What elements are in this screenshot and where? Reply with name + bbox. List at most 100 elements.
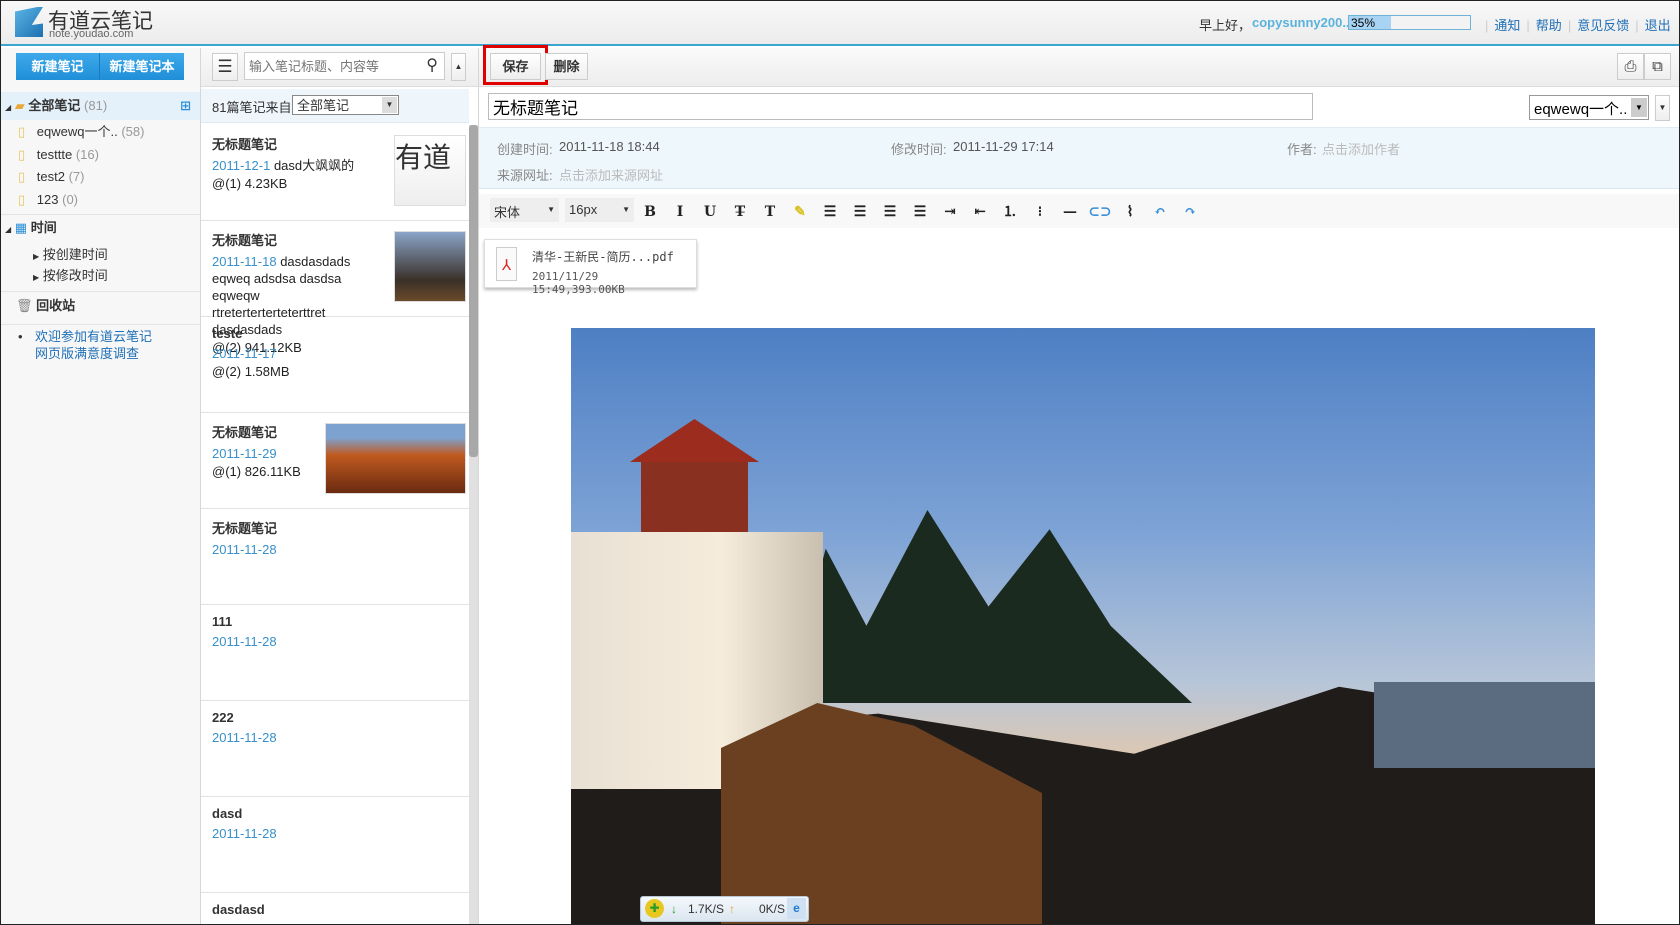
note-list-item[interactable]: dasd 2011-11-28 bbox=[201, 797, 469, 893]
redo-icon[interactable]: ↷ bbox=[1175, 204, 1205, 220]
pdf-icon: ⅄ bbox=[496, 247, 517, 281]
sidebar-item-all-notes[interactable]: ◢ ▰ 全部笔记 (81) ⊞ bbox=[1, 92, 200, 120]
menu-icon[interactable]: ☰ bbox=[212, 53, 238, 81]
note-list-item[interactable]: 无标题笔记 2011-11-28 bbox=[201, 509, 469, 605]
editor-toolbar: 保存 删除 ⎙ ⧉ bbox=[479, 45, 1679, 87]
lighthouse-image bbox=[571, 328, 1595, 924]
greeting: 早上好， bbox=[1199, 18, 1252, 33]
source-input[interactable]: 点击添加来源网址 bbox=[559, 165, 663, 184]
align-center-icon[interactable]: ☰ bbox=[845, 204, 875, 220]
survey-link-line2[interactable]: 网页版满意度调查 bbox=[35, 346, 139, 361]
undo-icon[interactable]: ↶ bbox=[1145, 204, 1175, 220]
notebook-filter-select[interactable]: 全部笔记 ▼ bbox=[292, 95, 399, 115]
note-list-item[interactable]: 无标题笔记 2011-11-29 @(1) 826.11KB bbox=[201, 413, 469, 509]
download-arrow-icon: ↓ bbox=[671, 902, 677, 916]
all-notes-label: 全部笔记 bbox=[28, 98, 81, 113]
justify-icon[interactable]: ☰ bbox=[905, 204, 935, 220]
accelerator-icon[interactable]: ✚ bbox=[645, 899, 664, 918]
outdent-icon[interactable]: ⇤ bbox=[965, 204, 995, 220]
collapse-icon: ◢ bbox=[5, 225, 12, 234]
align-left-icon[interactable]: ☰ bbox=[815, 204, 845, 220]
note-thumbnail bbox=[325, 423, 466, 494]
notebook-name: testtte bbox=[36, 146, 73, 162]
list-scrollbar[interactable] bbox=[469, 125, 478, 924]
sidebar: 新建笔记 新建笔记本 ◢ ▰ 全部笔记 (81) ⊞ ▯ eqwewq一个.. … bbox=[1, 48, 201, 924]
note-title-input[interactable] bbox=[488, 93, 1313, 120]
survey-link[interactable]: • 欢迎参加有道云笔记 网页版满意度调查 bbox=[18, 328, 152, 362]
unordered-list-icon[interactable]: ⁝ bbox=[1025, 204, 1055, 220]
notebook-select[interactable]: eqwewq一个.. ▼ bbox=[1529, 95, 1649, 120]
attachment-icon[interactable]: ⌇ bbox=[1115, 204, 1145, 220]
note-list-item[interactable]: teste 2011-11-17 @(2) 1.58MB bbox=[201, 317, 469, 413]
modified-label: 修改时间: bbox=[891, 142, 947, 157]
new-notebook-button[interactable]: 新建笔记本 bbox=[100, 53, 184, 80]
align-right-icon[interactable]: ☰ bbox=[875, 204, 905, 220]
by-modified-label: 按修改时间 bbox=[42, 268, 108, 283]
search-box: ⚲ bbox=[244, 52, 445, 80]
horizontal-rule-icon[interactable]: — bbox=[1055, 204, 1085, 220]
indent-icon[interactable]: ⇥ bbox=[935, 204, 965, 220]
font-size-value: 16px bbox=[569, 202, 598, 217]
highlight-icon[interactable]: ✎ bbox=[785, 204, 815, 220]
note-list-item[interactable]: 222 2011-11-28 bbox=[201, 701, 469, 797]
note-list-item[interactable]: 无标题笔记 2011-11-18 dasdasdads eqweq adsdsa … bbox=[201, 221, 469, 355]
font-size-select[interactable]: 16px ▼ bbox=[565, 198, 634, 222]
ie-icon[interactable]: e bbox=[787, 898, 806, 919]
storage-percent: 35% bbox=[1351, 16, 1376, 30]
youdao-logo-icon bbox=[15, 7, 43, 37]
search-icon[interactable]: ⚲ bbox=[426, 55, 438, 75]
note-thumbnail: 有道 bbox=[394, 135, 466, 206]
sidebar-item-time[interactable]: ◢ ▦ 时间 bbox=[1, 214, 200, 240]
search-input[interactable] bbox=[245, 53, 415, 79]
collapse-icon: ◢ bbox=[5, 103, 12, 112]
note-date: 2011-11-28 bbox=[212, 826, 277, 841]
italic-icon[interactable]: I bbox=[665, 204, 695, 220]
author-input[interactable]: 点击添加作者 bbox=[1322, 139, 1400, 158]
font-family-select[interactable]: 宋体 ▼ bbox=[490, 198, 559, 222]
note-list-item[interactable]: dasdasd bbox=[201, 893, 469, 924]
all-notes-count: (81) bbox=[84, 98, 108, 113]
survey-link-line1[interactable]: 欢迎参加有道云笔记 bbox=[35, 329, 152, 344]
ordered-list-icon[interactable]: ⒈ bbox=[995, 201, 1025, 221]
notebook-count: (16) bbox=[75, 146, 99, 162]
note-date: 2011-11-28 bbox=[212, 730, 277, 745]
note-list-item[interactable]: 无标题笔记 2011-12-1 dasd大飒飒的 @(1) 4.23KB 有道 bbox=[201, 125, 469, 221]
strikethrough-icon[interactable]: T̶ bbox=[725, 204, 755, 220]
delete-button[interactable]: 删除 bbox=[545, 53, 588, 80]
more-dropdown[interactable]: ▼ bbox=[1655, 95, 1670, 121]
sidebar-item-notebook[interactable]: ▯ test2 (7) bbox=[1, 165, 200, 188]
logo-subtitle: note.youdao.com bbox=[49, 28, 134, 40]
underline-icon[interactable]: U bbox=[695, 204, 725, 220]
username-link[interactable]: copysunny200... bbox=[1252, 15, 1353, 30]
notify-link[interactable]: 通知 bbox=[1494, 18, 1520, 33]
note-title: teste bbox=[212, 326, 243, 341]
sidebar-item-notebook[interactable]: ▯ 123 (0) bbox=[1, 188, 200, 211]
logout-link[interactable]: 退出 bbox=[1645, 18, 1671, 33]
help-link[interactable]: 帮助 bbox=[1536, 18, 1562, 33]
created-value: 2011-11-18 18:44 bbox=[559, 139, 660, 154]
save-button[interactable]: 保存 bbox=[490, 53, 541, 80]
sidebar-item-by-created[interactable]: ▶ 按创建时间 bbox=[1, 243, 200, 266]
popout-icon[interactable]: ⧉ bbox=[1644, 53, 1671, 80]
link-icon[interactable]: ⊂⊃ bbox=[1085, 204, 1115, 220]
sidebar-item-notebook[interactable]: ▯ testtte (16) bbox=[1, 143, 200, 166]
notebook-select-value: eqwewq一个.. bbox=[1534, 101, 1628, 118]
print-icon[interactable]: ⎙ bbox=[1617, 53, 1644, 80]
feedback-link[interactable]: 意见反馈 bbox=[1577, 18, 1629, 33]
note-date: 2011-11-18 bbox=[212, 254, 277, 269]
new-note-button[interactable]: 新建笔记 bbox=[16, 53, 100, 80]
header-links: | 通知 | 帮助 | 意见反馈 | 退出 bbox=[1485, 18, 1671, 33]
text-color-icon[interactable]: T bbox=[755, 204, 785, 220]
sidebar-item-trash[interactable]: 🗑 回收站 bbox=[1, 291, 200, 319]
collapse-list-button[interactable]: ▲ bbox=[451, 53, 466, 81]
note-list-item[interactable]: 111 2011-11-28 bbox=[201, 605, 469, 701]
bold-icon[interactable]: B bbox=[635, 204, 665, 220]
notebook-count: (0) bbox=[62, 191, 78, 207]
sidebar-item-by-modified[interactable]: ▶ 按修改时间 bbox=[1, 264, 200, 287]
attachment-card[interactable]: ⅄ 清华-王新民-简历...pdf 2011/11/29 15:49,393.0… bbox=[484, 239, 697, 296]
trash-label: 回收站 bbox=[36, 298, 76, 313]
note-title: 222 bbox=[212, 710, 234, 725]
sidebar-item-notebook[interactable]: ▯ eqwewq一个.. (58) bbox=[1, 120, 200, 143]
add-notebook-icon[interactable]: ⊞ bbox=[180, 92, 191, 120]
author-label: 作者: bbox=[1287, 142, 1317, 157]
